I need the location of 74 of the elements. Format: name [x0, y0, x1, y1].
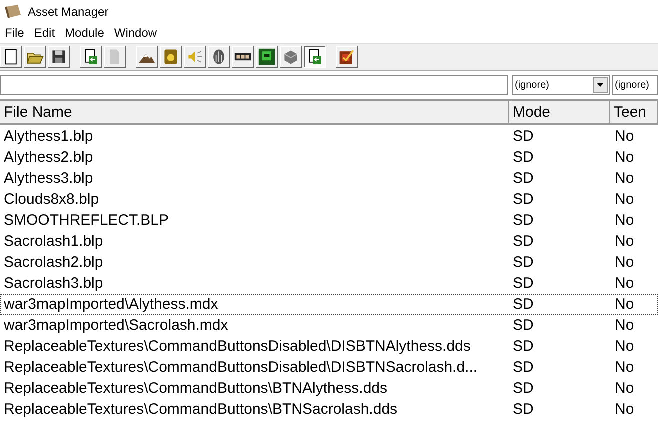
table-cell-text: SD: [512, 149, 535, 166]
column-header[interactable]: Teen: [610, 101, 658, 123]
table-cell-text: SD: [512, 170, 535, 187]
table-row[interactable]: Sacrolash2.blp SD No: [0, 252, 658, 273]
table-row[interactable]: SMOOTHREFLECT.BLP SD No: [0, 210, 658, 231]
menu-item[interactable]: File: [0, 26, 30, 40]
table-cell-text: Alythess3.blp: [3, 170, 94, 187]
table-row[interactable]: war3mapImported\Alythess.mdx SD No: [0, 294, 658, 315]
table-row[interactable]: Sacrolash3.blp SD No: [0, 273, 658, 294]
table-cell-text: SD: [512, 380, 535, 397]
table-cell-text: SD: [512, 128, 535, 145]
menu-item[interactable]: Edit: [29, 26, 60, 40]
table-row[interactable]: Clouds8x8.blp SD No: [0, 189, 658, 210]
column-header[interactable]: File Name: [0, 101, 509, 123]
table-cell-text: No: [614, 317, 636, 334]
table-cell-text: ReplaceableTextures\CommandButtons\BTNAlythess.dds: [3, 380, 389, 397]
table-cell-text: SD: [512, 401, 535, 418]
table-cell-text: war3mapImported\Sacrolash.mdx: [3, 317, 230, 334]
table-row[interactable]: war3mapImported\Sacrolash.mdx SD No: [0, 315, 658, 336]
table-row[interactable]: ReplaceableTextures\CommandButtonsDisabled\DISBTNAlythess.dds SD No: [0, 336, 658, 357]
table-cell-text: No: [614, 296, 636, 313]
table-cell-text: Sacrolash2.blp: [3, 254, 104, 271]
page-arrow-icon: [306, 48, 324, 66]
table-cell-text: No: [614, 233, 636, 250]
table-row[interactable]: ReplaceableTextures\CommandButtons\BTNAlythess.dds SD No: [0, 378, 658, 399]
table-cell-text: ReplaceableTextures\CommandButtonsDisabled\DISBTNAlythess.dds: [3, 338, 472, 355]
menu-item[interactable]: Window: [109, 26, 162, 40]
table-cell-text: No: [614, 359, 636, 376]
table-cell-text: SMOOTHREFLECT.BLP: [3, 212, 170, 229]
table-cell-text: SD: [512, 254, 535, 271]
table-cell-text: SD: [512, 338, 535, 355]
column-header[interactable]: Mode: [509, 101, 610, 123]
toolbar-button[interactable]: [304, 46, 326, 68]
table-cell-text: war3mapImported\Alythess.mdx: [3, 296, 220, 313]
table-cell-text: SD: [512, 296, 535, 313]
table-cell-text: No: [614, 275, 636, 292]
table-row[interactable]: Alythess3.blp SD No: [0, 168, 658, 189]
table-cell-text: No: [614, 401, 636, 418]
table-cell-text: Sacrolash1.blp: [3, 233, 104, 250]
table-cell-text: No: [614, 191, 636, 208]
dropdown[interactable]: (ignore): [612, 75, 658, 95]
table-cell-text: SD: [512, 317, 535, 334]
table-cell-text: SD: [512, 275, 535, 292]
table-cell-text: ReplaceableTextures\CommandButtonsDisabled\DISBTNSacrolash.d...: [3, 359, 479, 376]
table-cell-text: No: [614, 170, 636, 187]
table-row[interactable]: ReplaceableTextures\CommandButtonsDisabled\DISBTNSacrolash.d... SD No: [0, 357, 658, 378]
window-title: Asset Manager: [28, 4, 109, 18]
table-cell-text: No: [614, 212, 636, 229]
table-cell-text: No: [614, 128, 636, 145]
table-cell-text: SD: [512, 191, 535, 208]
table-cell-text: SD: [512, 233, 535, 250]
table-row[interactable]: Alythess1.blp SD No: [0, 126, 658, 147]
checkbox-icon: [338, 48, 356, 66]
page-arrow-icon: [82, 48, 100, 66]
menu-item[interactable]: Module: [60, 26, 110, 40]
table-row[interactable]: Sacrolash1.blp SD No: [0, 231, 658, 252]
table-cell-text: SD: [512, 212, 535, 229]
blank-page-icon: [2, 48, 20, 66]
table-cell-text: Sacrolash3.blp: [3, 275, 104, 292]
dropdown[interactable]: (ignore): [512, 75, 610, 95]
table-row[interactable]: Alythess2.blp SD No: [0, 147, 658, 168]
input-field[interactable]: [0, 75, 508, 95]
table-cell-text: Alythess2.blp: [3, 149, 94, 166]
table-cell-text: Alythess1.blp: [3, 128, 94, 145]
caret-icon: [597, 83, 604, 87]
table-cell-text: No: [614, 338, 636, 355]
table-cell-text: Clouds8x8.blp: [3, 191, 100, 208]
table-row[interactable]: ReplaceableTextures\CommandButtons\BTNSacrolash.dds SD No: [0, 399, 658, 420]
table-cell-text: ReplaceableTextures\CommandButtons\BTNSacrolash.dds: [3, 401, 399, 418]
table-cell-text: No: [614, 380, 636, 397]
cube-icon: [282, 48, 300, 66]
table-cell-text: No: [614, 149, 636, 166]
table-cell-text: SD: [512, 359, 535, 376]
table-cell-text: No: [614, 254, 636, 271]
